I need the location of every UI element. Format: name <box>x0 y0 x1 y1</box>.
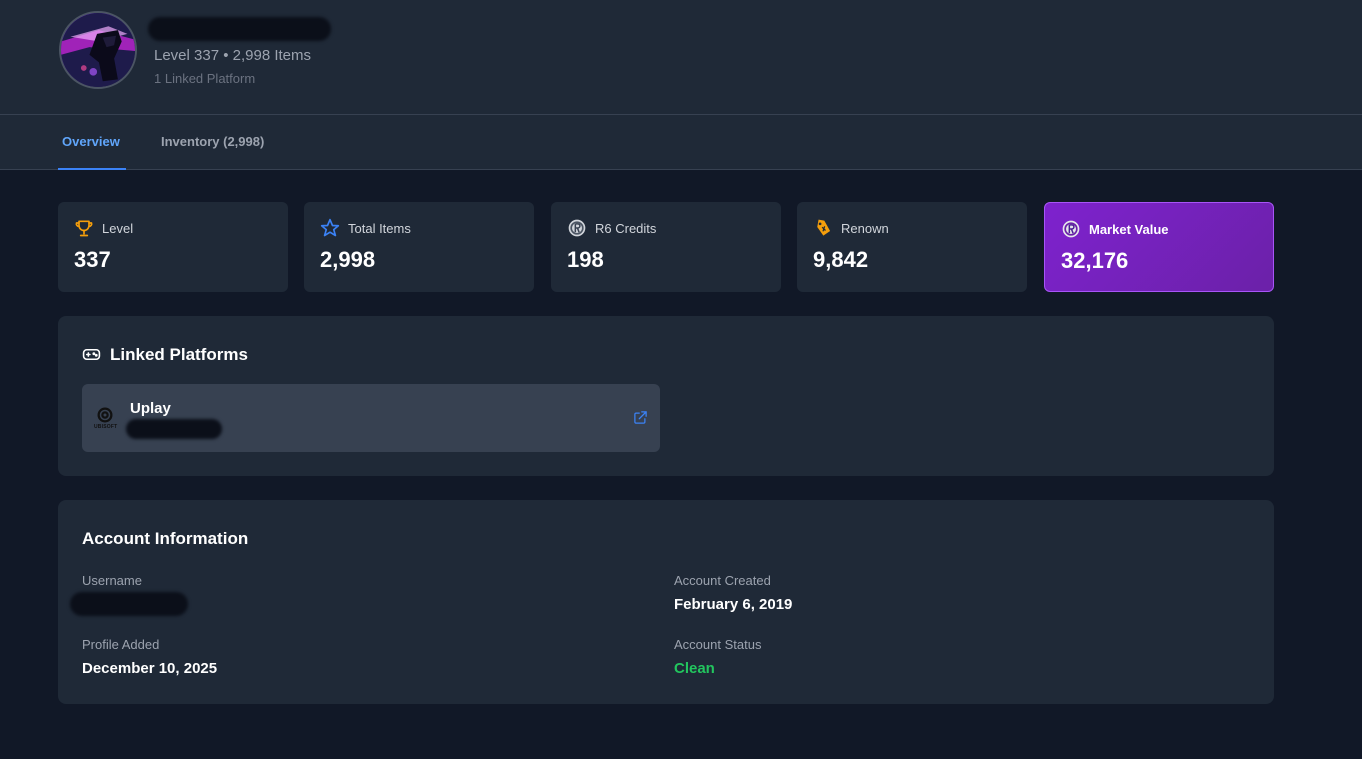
gamepad-icon <box>82 348 101 361</box>
linked-platform-count: 1 Linked Platform <box>154 71 256 86</box>
stat-value: 9,842 <box>813 247 869 272</box>
stat-value: 32,176 <box>1061 248 1129 273</box>
r6-credits-icon <box>568 219 586 237</box>
avatar-image <box>61 13 135 87</box>
stat-card-r6-credits: R6 Credits 198 <box>551 202 781 292</box>
ubisoft-logo-text: UBISOFT <box>94 424 118 430</box>
stat-card-market-value: Market Value 32,176 <box>1044 202 1274 292</box>
avatar <box>59 11 137 89</box>
star-icon <box>320 218 340 237</box>
trophy-icon <box>75 220 93 237</box>
linked-platforms-title: Linked Platforms <box>110 345 248 364</box>
stat-label: Renown <box>841 221 889 236</box>
tab-overview[interactable]: Overview <box>58 115 126 170</box>
redacted-platform-username <box>126 419 222 439</box>
renown-tag-icon <box>817 219 831 236</box>
linked-platforms-panel: Linked Platforms UBISOFT Uplay <box>58 316 1274 476</box>
stat-label: Total Items <box>348 221 411 236</box>
platform-card-uplay[interactable]: UBISOFT Uplay <box>82 384 660 452</box>
stat-value: 2,998 <box>320 247 376 272</box>
account-status-label: Account Status <box>674 637 762 652</box>
external-link-icon[interactable] <box>633 410 648 425</box>
stat-label: R6 Credits <box>595 221 657 236</box>
account-created-value: February 6, 2019 <box>674 596 793 613</box>
platform-name: Uplay <box>130 400 171 417</box>
account-status-value: Clean <box>674 660 715 677</box>
account-created-label: Account Created <box>674 573 771 588</box>
stat-value: 198 <box>567 247 604 272</box>
username-label: Username <box>82 573 142 588</box>
stat-card-level: Level 337 <box>58 202 288 292</box>
stat-card-renown: Renown 9,842 <box>797 202 1027 292</box>
profile-added-value: December 10, 2025 <box>82 660 218 677</box>
tab-inventory[interactable]: Inventory (2,998) <box>161 115 264 170</box>
account-info-title: Account Information <box>82 529 249 548</box>
stat-card-total-items: Total Items 2,998 <box>304 202 534 292</box>
profile-summary: Level 337 • 2,998 Items <box>154 47 312 64</box>
tab-bar: Overview Inventory (2,998) <box>0 115 1362 170</box>
r6-credits-icon <box>1062 220 1080 238</box>
redacted-username <box>148 17 331 41</box>
stat-label: Market Value <box>1089 222 1169 237</box>
profile-added-label: Profile Added <box>82 637 160 652</box>
ubisoft-logo-icon <box>97 407 113 423</box>
stat-label: Level <box>102 221 134 236</box>
profile-header: Level 337 • 2,998 Items 1 Linked Platfor… <box>0 0 1362 115</box>
stat-value: 337 <box>74 247 111 272</box>
redacted-username-value <box>70 592 188 616</box>
account-info-panel: Account Information Username Account Cre… <box>58 500 1274 704</box>
